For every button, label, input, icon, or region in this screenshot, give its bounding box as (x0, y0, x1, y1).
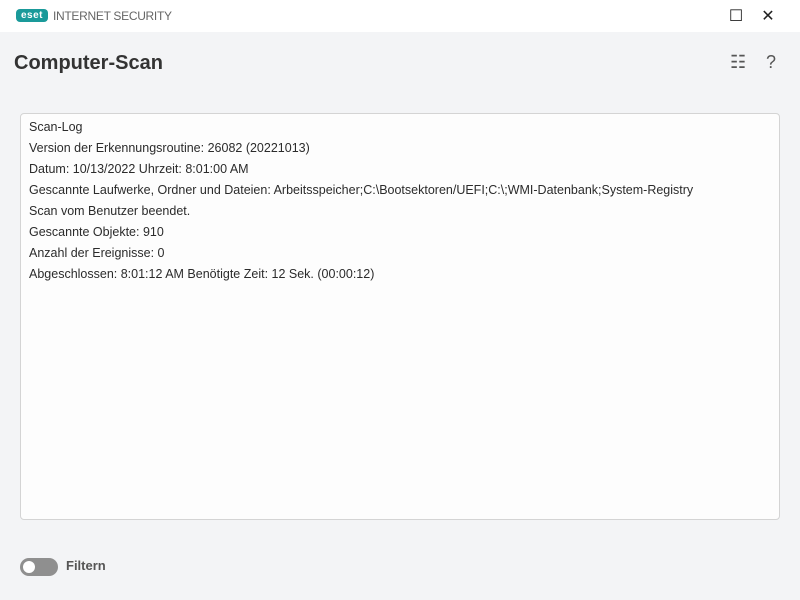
list-icon[interactable]: ☷ (730, 52, 746, 73)
help-icon[interactable]: ? (766, 52, 776, 73)
title-bar: eset INTERNET SECURITY ☐ ✕ (0, 0, 800, 32)
log-line: Scan-Log (29, 120, 83, 134)
log-line: Gescannte Laufwerke, Ordner und Dateien:… (29, 183, 694, 197)
log-line: Scan vom Benutzer beendet. (29, 204, 191, 218)
log-line: Anzahl der Ereignisse: 0 (29, 246, 165, 260)
maximize-button[interactable]: ☐ (719, 0, 753, 32)
scan-log-text[interactable]: Scan-Log Version der Erkennungsroutine: … (20, 113, 780, 520)
filter-toggle[interactable] (20, 558, 58, 576)
eset-logo: eset (16, 9, 48, 22)
filter-label: Filtern (66, 558, 106, 573)
close-button[interactable]: ✕ (751, 0, 785, 32)
log-line: Gescannte Objekte: 910 (29, 225, 164, 239)
toggle-knob (23, 561, 35, 573)
log-line: Datum: 10/13/2022 Uhrzeit: 8:01:00 AM (29, 162, 249, 176)
log-line: Version der Erkennungsroutine: 26082 (20… (29, 141, 310, 155)
app-name: INTERNET SECURITY (53, 9, 172, 23)
log-line: Abgeschlossen: 8:01:12 AM Benötigte Zeit… (29, 267, 375, 281)
page-title: Computer-Scan (14, 52, 163, 74)
